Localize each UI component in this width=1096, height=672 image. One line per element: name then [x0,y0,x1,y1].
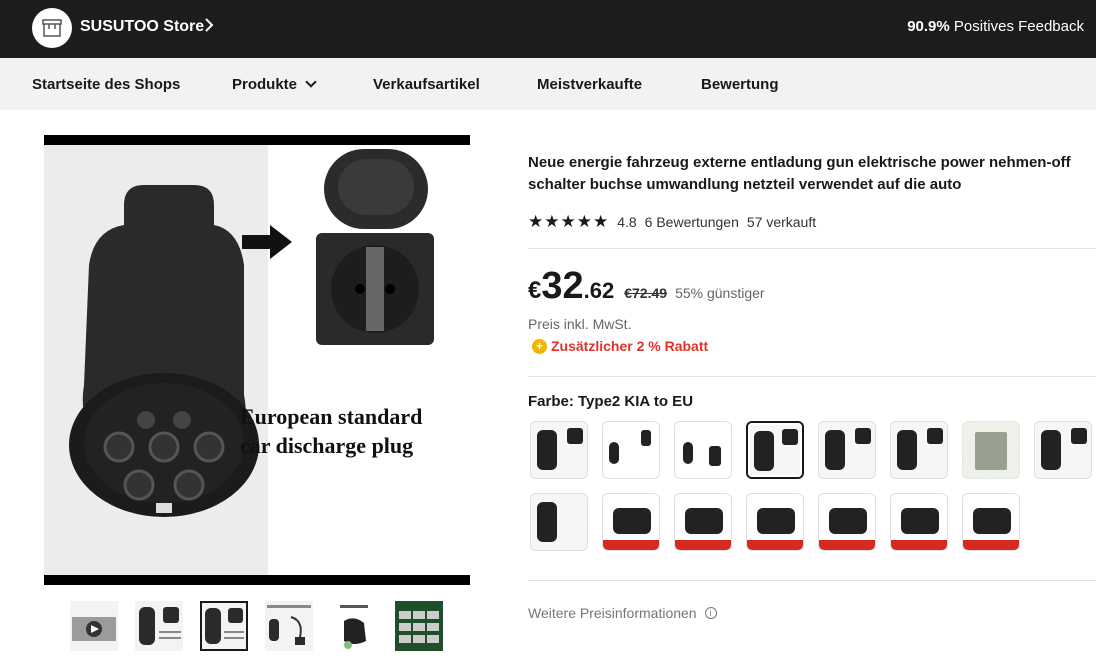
price-decimal: .62 [583,278,615,303]
nav-item-home[interactable]: Startseite des Shops [32,76,180,93]
variant-swatch[interactable] [530,493,588,551]
nav-item-products-label: Produkte [232,76,298,93]
reviews-link[interactable]: 6 Bewertungen [645,214,739,230]
eu-socket-illustration [316,149,434,345]
variant-swatch[interactable] [818,421,876,479]
price-integer: 32 [541,265,584,307]
store-feedback: 90.9% Positives Feedback [907,18,1084,35]
variant-swatch[interactable] [962,493,1020,551]
variant-swatch[interactable] [962,421,1020,479]
divider [528,580,1096,581]
nav-item-reviews[interactable]: Bewertung [701,76,779,93]
feedback-percent: 90.9% [907,18,950,35]
gallery-thumbnail-selected[interactable] [200,601,248,651]
price-block: € 32 .62 €72.49 55% günstiger [528,265,765,308]
rating-value: 4.8 [617,214,637,230]
main-product-image[interactable]: European standard car discharge plug [44,135,470,585]
chevron-right-icon[interactable] [204,17,214,38]
rating-row: ★★★★★ 4.8 6 Bewertungen 57 verkauft [528,212,816,232]
star-rating-icon: ★★★★★ [528,212,610,231]
variant-swatch[interactable] [890,493,948,551]
tax-note: Preis inkl. MwSt. [528,316,632,332]
nav-item-bestsellers[interactable]: Meistverkaufte [537,76,642,93]
plus-coin-icon: + [532,338,547,354]
variant-swatch[interactable] [602,493,660,551]
nav-item-sale[interactable]: Verkaufsartikel [373,76,480,93]
gallery-thumbnail[interactable] [135,601,183,651]
nav-item-products[interactable]: Produkte [232,76,317,93]
gallery-thumbnail[interactable] [330,601,378,651]
gallery-thumbnail[interactable] [395,601,443,651]
gallery-thumbnail[interactable] [265,601,313,651]
divider [528,248,1096,249]
variant-swatch[interactable] [746,493,804,551]
coupon-label: Zusätzlicher 2 % Rabatt [551,338,709,354]
store-header: SUSUTOO Store 90.9% Positives Feedback [0,0,1096,58]
feedback-label: Positives Feedback [953,18,1084,35]
image-caption: European standard car discharge plug [240,402,422,460]
product-title: Neue energie fahrzeug externe entladung … [528,154,1071,193]
store-name-link[interactable]: SUSUTOO Store [80,18,204,36]
price-currency: € [528,277,542,304]
caption-line-2: car discharge plug [240,433,414,458]
divider [528,376,1096,377]
sold-count: 57 verkauft [746,214,817,230]
variant-swatch[interactable] [818,493,876,551]
old-price: €72.49 [624,285,668,301]
info-icon: i [704,607,717,619]
variant-swatch[interactable] [674,421,732,479]
store-logo-icon[interactable] [32,8,72,48]
type2-plug-illustration [69,185,259,517]
variant-swatch[interactable] [1034,421,1092,479]
variant-swatch-selected[interactable] [746,421,804,479]
more-price-info-label: Weitere Preisinformationen [528,605,697,621]
variant-swatch[interactable] [890,421,948,479]
store-nav: Startseite des Shops Produkte Verkaufsar… [0,58,1096,110]
variant-label: Farbe: Type2 KIA to EU [528,393,694,410]
variant-swatch[interactable] [602,421,660,479]
coupon-offer[interactable]: + Zusätzlicher 2 % Rabatt [532,338,708,354]
variant-swatch[interactable] [530,421,588,479]
more-price-info[interactable]: Weitere Preisinformationen i [528,605,717,621]
caption-line-1: European standard [240,404,423,429]
image-panel: European standard car discharge plug [44,145,470,575]
gallery-thumbnail[interactable] [70,601,118,651]
variant-swatch[interactable] [674,493,732,551]
arrow-right-icon [242,225,292,259]
chevron-down-icon [305,76,317,88]
discount-badge: 55% günstiger [675,285,765,301]
